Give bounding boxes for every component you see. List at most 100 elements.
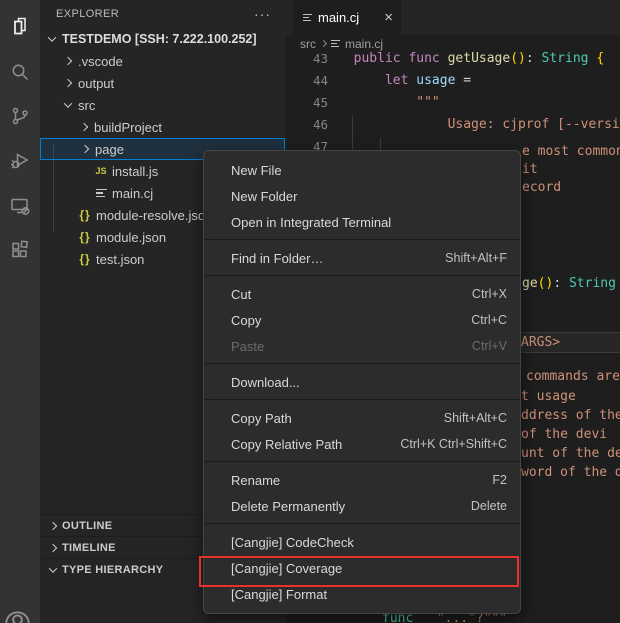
code-area: 43 public func getUsage(): String { 44 l… [285, 47, 620, 157]
menu-item-label: New Folder [231, 189, 297, 204]
section-label: OUTLINE [62, 520, 112, 532]
tree-item-label: TESTDEMO [SSH: 7.222.100.252] [62, 32, 257, 46]
tree-item-label: module.json [96, 230, 166, 245]
search-icon[interactable] [0, 52, 40, 92]
more-actions-icon[interactable]: ··· [254, 9, 271, 19]
tree-item-src[interactable]: src [40, 94, 285, 116]
tree-item-label: src [78, 98, 95, 113]
tree-item-label: .vscode [78, 54, 123, 69]
section-label: TYPE HIERARCHY [62, 564, 163, 576]
section-label: TIMELINE [62, 542, 116, 554]
cangjie-file-icon [303, 14, 312, 21]
menu-item-label: [Cangjie] Format [231, 587, 327, 602]
close-icon[interactable]: × [384, 10, 393, 25]
twisty-icon [44, 545, 62, 551]
menu-item-rename[interactable]: Rename F2 [204, 467, 520, 493]
menu-item-delete-permanently[interactable]: Delete Permanently Delete [204, 493, 520, 519]
menu-separator [204, 239, 520, 240]
menu-item-new-folder[interactable]: New Folder [204, 183, 520, 209]
file-icon: JS [92, 166, 110, 176]
menu-item-find-in-folder[interactable]: Find in Folder… Shift+Alt+F [204, 245, 520, 271]
context-menu: New File New Folder Open in Integrated T… [203, 150, 521, 614]
line-number: 45 [285, 95, 328, 110]
tree-item-label: page [95, 142, 124, 157]
menu-item-shortcut: Ctrl+K Ctrl+Shift+C [400, 437, 507, 451]
menu-separator [204, 461, 520, 462]
code-token: func [408, 51, 439, 66]
tree-item-label: output [78, 76, 114, 91]
menu-item-shortcut: Shift+Alt+C [444, 411, 507, 425]
extensions-icon[interactable] [0, 230, 40, 270]
menu-item-paste: Paste Ctrl+V [204, 333, 520, 359]
menu-item-cangjie-format[interactable]: [Cangjie] Format [204, 581, 520, 607]
twisty-icon [60, 58, 76, 64]
menu-item-label: Copy Relative Path [231, 437, 342, 452]
code-token [440, 51, 448, 66]
menu-item-cut[interactable]: Cut Ctrl+X [204, 281, 520, 307]
account-icon[interactable] [0, 601, 40, 623]
code-line: 43 public func getUsage(): String { [285, 47, 620, 69]
code-token: getUsage [448, 51, 511, 66]
menu-item-label: New File [231, 163, 282, 178]
tab-bar: main.cj × [285, 0, 620, 35]
code-token: let [385, 73, 408, 88]
code-text: Usage: cjprof [--version [328, 117, 620, 132]
menu-item-shortcut: Ctrl+C [471, 313, 507, 327]
tree-item-label: buildProject [94, 120, 162, 135]
tree-item-output[interactable]: output [40, 72, 285, 94]
menu-item-download[interactable]: Download... [204, 369, 520, 395]
code-token: usage [416, 73, 455, 88]
menu-item-label: Cut [231, 287, 251, 302]
line-number: 43 [285, 51, 328, 66]
vscode-window: EXPLORER ··· TESTDEMO [SSH: 7.222.100.25… [0, 0, 620, 623]
menu-item-cangjie-codecheck[interactable]: [Cangjie] CodeCheck [204, 529, 520, 555]
menu-item-copy[interactable]: Copy Ctrl+C [204, 307, 520, 333]
code-text: let usage = [328, 73, 471, 88]
code-token: String [542, 51, 589, 66]
menu-item-new-file[interactable]: New File [204, 157, 520, 183]
code-line: 45 """ [285, 91, 620, 113]
code-token: """ [338, 95, 440, 110]
twisty-icon [76, 124, 92, 130]
code-token [338, 51, 354, 66]
code-token: Usage: cjprof [--version [338, 117, 620, 132]
menu-item-label: Download... [231, 375, 300, 390]
explorer-icon[interactable] [0, 6, 40, 46]
tree-item-vscode[interactable]: .vscode [40, 50, 285, 72]
tree-item-label: test.json [96, 252, 144, 267]
code-token: public [354, 51, 401, 66]
code-text: public func getUsage(): String { [328, 51, 604, 66]
menu-item-open-in-integrated-terminal[interactable]: Open in Integrated Terminal [204, 209, 520, 235]
menu-item-shortcut: Delete [471, 499, 507, 513]
twisty-icon [60, 80, 76, 86]
tree-item-testdemo-ssh-7-222-100-252[interactable]: TESTDEMO [SSH: 7.222.100.252] [40, 28, 285, 50]
menu-item-label: Find in Folder… [231, 251, 323, 266]
remote-explorer-icon[interactable] [0, 186, 40, 226]
menu-item-copy-relative-path[interactable]: Copy Relative Path Ctrl+K Ctrl+Shift+C [204, 431, 520, 457]
code-token: : [526, 51, 542, 66]
line-number: 44 [285, 73, 328, 88]
menu-item-label: Copy Path [231, 411, 292, 426]
file-icon: {} [76, 252, 94, 266]
menu-separator [204, 399, 520, 400]
menu-item-label: [Cangjie] CodeCheck [231, 535, 354, 550]
menu-item-label: Open in Integrated Terminal [231, 215, 391, 230]
twisty-icon [44, 523, 62, 529]
tree-item-buildproject[interactable]: buildProject [40, 116, 285, 138]
twisty-icon [44, 567, 62, 573]
run-and-debug-icon[interactable] [0, 140, 40, 180]
code-text: """ [328, 95, 440, 110]
menu-item-label: [Cangjie] Coverage [231, 561, 342, 576]
menu-separator [204, 523, 520, 524]
tab-main-cj[interactable]: main.cj × [293, 0, 401, 35]
menu-item-label: Paste [231, 339, 264, 354]
menu-item-copy-path[interactable]: Copy Path Shift+Alt+C [204, 405, 520, 431]
menu-item-cangjie-coverage[interactable]: [Cangjie] Coverage [204, 555, 520, 581]
sidebar-header: EXPLORER ··· [40, 0, 285, 28]
source-control-icon[interactable] [0, 96, 40, 136]
twisty-icon [60, 102, 76, 108]
tab-label: main.cj [318, 10, 359, 25]
menu-item-shortcut: Shift+Alt+F [445, 251, 507, 265]
code-token: () [510, 51, 526, 66]
menu-item-shortcut: Ctrl+V [472, 339, 507, 353]
